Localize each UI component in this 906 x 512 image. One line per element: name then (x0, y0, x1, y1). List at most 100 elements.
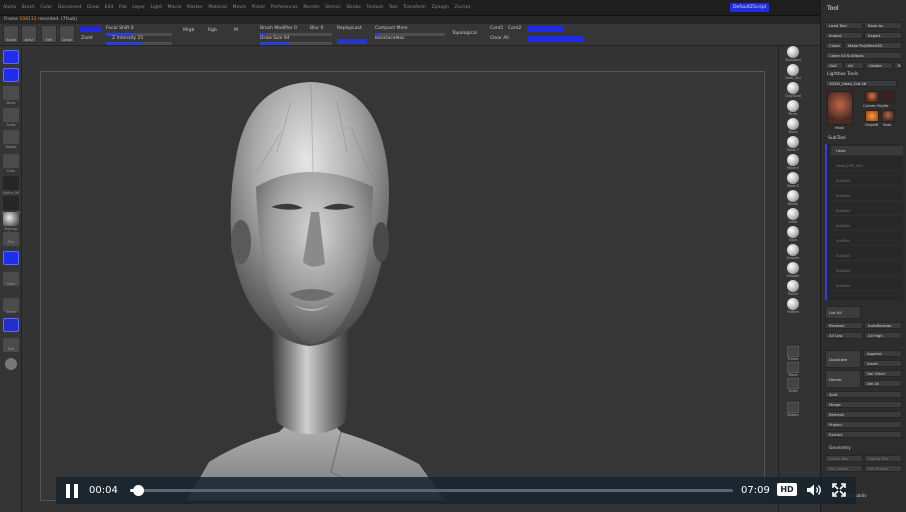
lightbox-tools-button[interactable]: Lightbox Tools (827, 72, 858, 77)
matcap-icon[interactable] (3, 212, 19, 226)
simplebrush-thumbnail[interactable] (865, 110, 879, 122)
menu-item-alpha[interactable]: Alpha (3, 5, 16, 10)
active-chip-2[interactable] (527, 36, 583, 42)
frame-view-icon[interactable] (787, 346, 799, 357)
head-small-thumbnail[interactable] (881, 110, 895, 122)
pause-button[interactable] (65, 484, 79, 498)
intensity-slider[interactable] (106, 42, 172, 45)
menu-item-macro[interactable]: Macro (168, 5, 182, 10)
menu-item-light[interactable]: Light (151, 5, 162, 10)
dots-stroke-icon[interactable] (3, 154, 19, 168)
subtool-row[interactable]: SubTool (831, 251, 903, 261)
actvl-button[interactable]: Actvl (21, 25, 37, 43)
import-button[interactable]: Import (825, 32, 863, 39)
brush-standard-icon[interactable] (787, 46, 799, 58)
project-button[interactable]: Project (825, 421, 902, 428)
texture-icon[interactable] (3, 196, 19, 210)
move-tool-button[interactable] (3, 50, 19, 64)
mrgb-label[interactable]: Mrgb (183, 28, 194, 33)
subtool-row[interactable]: SubTool (831, 221, 903, 231)
volume-icon[interactable] (806, 483, 824, 497)
all-low-button[interactable]: All Low (825, 332, 863, 339)
current-tool-slider[interactable]: 2DSkl_Head_Old.48 (825, 80, 897, 87)
subtool-row[interactable]: SubTool (831, 281, 903, 291)
color-swatch[interactable] (5, 358, 17, 370)
subtool-row[interactable]: SubTool (831, 176, 903, 186)
split-button[interactable]: Split (825, 391, 902, 398)
brush-move-e-icon[interactable] (787, 172, 799, 184)
menu-item-draw[interactable]: Draw (87, 5, 99, 10)
load-tool-button[interactable]: Load Tool (825, 22, 863, 29)
draw-size-slider[interactable] (260, 42, 332, 45)
extract-button[interactable]: Extract (825, 431, 902, 438)
brush-move-e-icon[interactable] (787, 154, 799, 166)
brush-move-icon[interactable] (787, 118, 799, 130)
brush-blob-icon[interactable] (787, 226, 799, 238)
lower-res-button[interactable]: Lower Res (825, 455, 863, 462)
cylinder-thumbnail[interactable] (865, 91, 879, 103)
hd-quality-button[interactable]: HD (777, 483, 797, 496)
brush-pinch-icon[interactable] (787, 100, 799, 112)
autoreorder-button[interactable]: AutoReorder (864, 322, 902, 329)
insert-button[interactable]: Insert (863, 360, 902, 367)
goz-button[interactable]: GoZ (825, 62, 843, 69)
goz-r-button[interactable]: R (894, 62, 902, 69)
clone-button[interactable]: Clone (825, 42, 843, 49)
brush-polish-icon[interactable] (787, 280, 799, 292)
menu-item-edit[interactable]: Edit (105, 5, 114, 10)
menu-item-color[interactable]: Color (40, 5, 52, 10)
fullscreen-icon[interactable] (832, 483, 846, 497)
brush-smooth-icon[interactable] (787, 262, 799, 274)
cont2-button[interactable]: Cont2 (508, 26, 521, 31)
brush-morph-icon[interactable] (787, 190, 799, 202)
zadd-toggle[interactable] (80, 27, 102, 32)
menu-item-marker[interactable]: Marker (187, 5, 203, 10)
menu-item-texture[interactable]: Texture (366, 5, 383, 10)
brush-dam-std-icon[interactable] (787, 64, 799, 76)
draw-button[interactable]: Draw (59, 25, 75, 43)
menu-item-material[interactable]: Material (208, 5, 227, 10)
append-button[interactable]: Append (863, 350, 902, 357)
rotate-view-icon[interactable] (787, 402, 799, 413)
rotate-icon[interactable] (3, 130, 19, 144)
actve-button[interactable]: Actve (3, 25, 19, 43)
menu-item-preferences[interactable]: Preferences (271, 5, 298, 10)
clone-all-subtools-button[interactable]: Clone All SubTools (825, 52, 902, 59)
menu-item-picker[interactable]: Picker (252, 5, 266, 10)
edit-button[interactable]: Edit (41, 25, 57, 43)
menu-item-zplugin[interactable]: Zplugin (431, 5, 448, 10)
merge-button[interactable]: Merge (825, 401, 902, 408)
subtool-row[interactable]: SubTool (831, 236, 903, 246)
del-all-button[interactable]: Del All (863, 380, 902, 387)
frame-toggle[interactable] (3, 318, 19, 332)
rename-button[interactable]: Rename (825, 322, 863, 329)
alpha-icon[interactable] (3, 176, 19, 190)
head-thumbnail[interactable] (827, 91, 853, 125)
menu-item-render[interactable]: Render (303, 5, 319, 10)
make-polymesh-button[interactable]: Make PolyMesh3D (844, 42, 902, 49)
scale-view-icon[interactable] (787, 378, 799, 389)
scale-icon[interactable] (3, 108, 19, 122)
menu-item-brush[interactable]: Brush (22, 5, 35, 10)
delete-button[interactable]: Delete (825, 370, 861, 388)
list-all-button[interactable]: List All (825, 306, 861, 319)
m-label[interactable]: M (234, 28, 238, 33)
subtool-row[interactable]: SubTool (831, 266, 903, 276)
menu-item-layer[interactable]: Layer (132, 5, 145, 10)
brush-inflat-icon[interactable] (787, 208, 799, 220)
rotate-tool-button[interactable] (3, 86, 19, 100)
remesh-button[interactable]: Remesh (825, 411, 902, 418)
persp-toggle[interactable] (3, 251, 19, 265)
move-view-icon[interactable] (787, 362, 799, 373)
brush-flatten-icon[interactable] (787, 298, 799, 310)
menu-item-document[interactable]: Document (58, 5, 82, 10)
menu-item-transform[interactable]: Transform (403, 5, 426, 10)
menu-item-tool[interactable]: Tool (389, 5, 398, 10)
polymesh-thumbnail[interactable] (881, 91, 895, 103)
goz-visible-button[interactable]: Visible (865, 62, 893, 69)
clear-all-button[interactable]: Clear All (490, 36, 509, 41)
menu-item-stroke[interactable]: Stroke (346, 5, 361, 10)
head-model[interactable] (41, 72, 765, 501)
seek-bar[interactable] (130, 485, 733, 496)
seek-handle[interactable] (133, 485, 145, 496)
